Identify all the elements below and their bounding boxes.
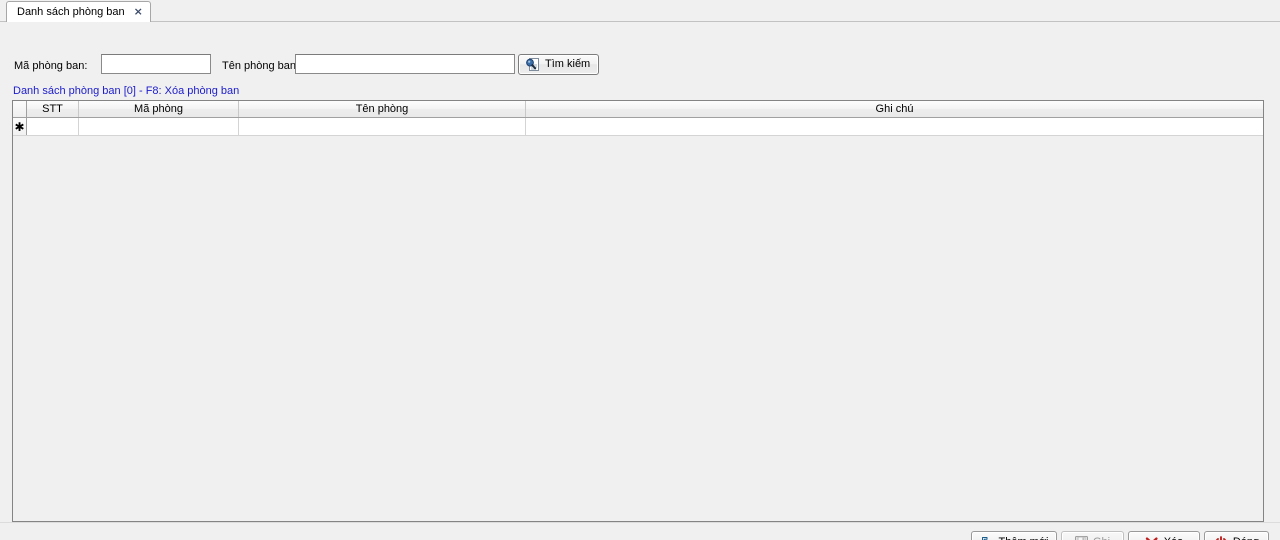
floppy-disk-icon (1075, 536, 1088, 540)
column-header-ten-phong[interactable]: Tên phòng (239, 101, 526, 117)
data-grid-viewport: STT Mã phòng Tên phòng Ghi chú ✱ (13, 101, 1263, 521)
asterisk-icon: ✱ (14, 121, 24, 133)
close-button-label: Đóng (1233, 536, 1259, 540)
tab-danh-sach-phong-ban[interactable]: Danh sách phòng ban × (6, 1, 151, 22)
new-row-indicator: ✱ (13, 118, 27, 135)
ma-phong-ban-input[interactable] (101, 54, 211, 74)
add-export-arrow-icon (980, 536, 994, 540)
ma-phong-ban-label: Mã phòng ban: (14, 59, 87, 73)
search-button[interactable]: Tìm kiếm (518, 54, 599, 75)
new-row-cell-ghi-chu[interactable] (526, 118, 1263, 135)
new-row-cell-ten-phong[interactable] (239, 118, 526, 135)
new-row-cell-stt[interactable] (27, 118, 79, 135)
data-grid-body: STT Mã phòng Tên phòng Ghi chú ✱ (13, 101, 1263, 521)
red-x-icon (1145, 536, 1159, 540)
add-new-button-label: Thêm mới (999, 536, 1049, 540)
grid-caption-link[interactable]: Danh sách phòng ban [0] - F8: Xóa phòng … (13, 84, 239, 98)
phong-ban-data-grid[interactable]: STT Mã phòng Tên phòng Ghi chú ✱ (12, 100, 1264, 522)
data-grid-new-row[interactable]: ✱ (13, 118, 1263, 136)
ten-phong-ban-label: Tên phòng ban: (222, 59, 299, 73)
add-new-button[interactable]: Thêm mới (971, 531, 1057, 540)
column-header-ma-phong[interactable]: Mã phòng (79, 101, 239, 117)
save-button-label: Ghi (1093, 536, 1110, 540)
search-document-icon (525, 58, 540, 72)
power-icon (1214, 536, 1228, 540)
data-grid-header-row: STT Mã phòng Tên phòng Ghi chú (13, 101, 1263, 118)
row-header-corner (13, 101, 27, 117)
close-button[interactable]: Đóng (1204, 531, 1269, 540)
save-button[interactable]: Ghi (1061, 531, 1124, 540)
column-header-ghi-chu[interactable]: Ghi chú (526, 101, 1263, 117)
data-grid-empty-area (13, 136, 1263, 521)
close-icon[interactable]: × (134, 6, 143, 18)
column-header-stt[interactable]: STT (27, 101, 79, 117)
tab-strip: Danh sách phòng ban × (0, 0, 1280, 22)
delete-button-label: Xóa (1164, 536, 1184, 540)
content-panel: Mã phòng ban: Tên phòng ban: Tìm kiếm Da… (0, 22, 1280, 540)
tab-label: Danh sách phòng ban (17, 3, 125, 22)
new-row-cell-ma-phong[interactable] (79, 118, 239, 135)
delete-button[interactable]: Xóa (1128, 531, 1200, 540)
ten-phong-ban-input[interactable] (295, 54, 515, 74)
application-window: Danh sách phòng ban × Mã phòng ban: Tên … (0, 0, 1280, 540)
search-button-label: Tìm kiếm (545, 58, 590, 71)
